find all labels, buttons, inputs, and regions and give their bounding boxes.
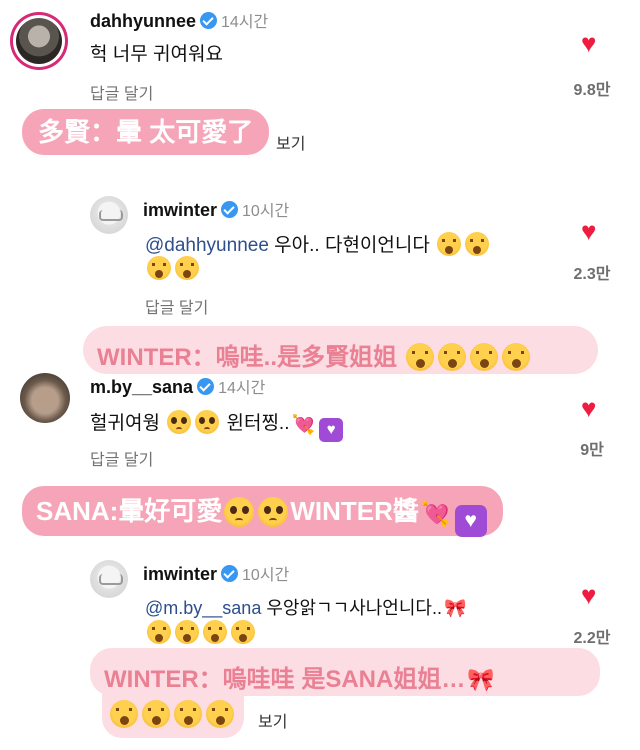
like-count: 2.2만 — [573, 630, 611, 647]
username[interactable]: imwinter — [143, 564, 217, 584]
heart-icon[interactable]: ♥ — [581, 582, 596, 608]
like-count: 9만 — [580, 442, 604, 459]
comment-body-2: 윈터찡.. — [226, 413, 290, 434]
username[interactable]: imwinter — [143, 200, 217, 220]
like-count: 9.8만 — [573, 82, 611, 99]
hushed-face-emoji — [110, 700, 138, 728]
comment-emoji-line — [145, 256, 201, 281]
verified-badge-icon — [221, 201, 239, 218]
heart-with-arrow-emoji: 💘 — [420, 501, 451, 528]
hushed-face-emoji — [469, 343, 498, 371]
comment-header: imwinter 10시간 — [143, 561, 289, 585]
translation-caption: WINTER：嗚哇..是多賢姐姐 — [83, 326, 598, 374]
ribbon-emoji: 🎀 — [467, 667, 495, 692]
translation-emoji-line — [108, 700, 236, 728]
comment-text: @m.by__sana 우앙앍ㄱㄱ사나언니다.. 🎀 — [145, 594, 466, 620]
mention-link[interactable]: @dahhyunnee — [145, 235, 269, 256]
hushed-face-emoji — [437, 343, 466, 371]
avatar-imwinter[interactable] — [90, 560, 128, 598]
hushed-face-emoji — [147, 620, 171, 644]
pleading-face-emoji — [167, 410, 192, 434]
reply-button[interactable]: 답글 달기 — [90, 446, 153, 470]
view-more-link[interactable]: 보기 — [276, 130, 305, 154]
comment-emoji-line — [145, 620, 257, 645]
hushed-face-emoji — [231, 620, 255, 644]
translation-text: WINTER：嗚哇哇 是SANA姐姐… — [104, 666, 466, 693]
comment-header: dahhyunnee 14시간 — [90, 8, 268, 32]
username[interactable]: m.by__sana — [90, 377, 193, 397]
hushed-face-emoji — [142, 700, 170, 728]
verified-badge-icon — [200, 12, 218, 29]
translation-line: WINTER：嗚哇..是多賢姐姐 — [97, 337, 532, 372]
verified-badge-icon — [221, 565, 239, 582]
view-more-link[interactable]: 보기 — [258, 708, 287, 732]
translation-caption: 多賢：暈 太可愛了 — [22, 109, 270, 155]
heart-icon[interactable]: ♥ — [581, 395, 596, 421]
translation-text-2: WINTER醬 — [290, 496, 419, 526]
heart-decoration-emoji: ♥ — [319, 418, 344, 442]
heart-icon[interactable]: ♥ — [581, 30, 596, 56]
timestamp: 14시간 — [218, 380, 266, 397]
avatar-dahhyunnee[interactable] — [10, 12, 68, 70]
ribbon-emoji: 🎀 — [443, 598, 467, 618]
hushed-face-emoji — [175, 620, 199, 644]
comment-text: 헉 너무 귀여워요 — [90, 44, 223, 65]
reply-button[interactable]: 답글 달기 — [90, 80, 153, 104]
translation-caption: SANA:暈好可愛 WINTER醬💘 ♥ — [22, 486, 503, 537]
username[interactable]: dahhyunnee — [90, 11, 196, 31]
translation-text: WINTER：嗚哇..是多賢姐姐 — [97, 344, 397, 371]
hushed-face-emoji — [147, 256, 171, 280]
translation-caption: WINTER：嗚哇哇 是SANA姐姐…🎀 — [90, 648, 600, 696]
avatar-imwinter[interactable] — [90, 196, 128, 234]
pleading-face-emoji — [258, 497, 289, 527]
comment-text: 헐귀여웡 윈터찡.. 💘 ♥ — [90, 408, 345, 442]
comment-body: 헐귀여웡 — [90, 413, 160, 434]
comment-body: 우앙앍ㄱㄱ사나언니다.. — [261, 598, 442, 618]
comment-header: imwinter 10시간 — [143, 197, 289, 221]
translation-caption-continued — [102, 692, 244, 738]
hushed-face-emoji — [405, 343, 434, 371]
hushed-face-emoji — [501, 343, 530, 371]
reply-button[interactable]: 답글 달기 — [145, 294, 208, 318]
heart-with-arrow-emoji: 💘 — [291, 415, 316, 436]
heart-icon[interactable]: ♥ — [581, 218, 596, 244]
comment-header: m.by__sana 14시간 — [90, 374, 265, 398]
timestamp: 10시간 — [242, 567, 290, 584]
timestamp: 10시간 — [242, 203, 290, 220]
comment-body: 우아.. 다현이언니다 — [268, 235, 430, 256]
translation-line: WINTER：嗚哇哇 是SANA姐姐…🎀 — [104, 659, 495, 694]
hushed-face-emoji — [174, 700, 202, 728]
heart-decoration-emoji: ♥ — [454, 505, 487, 537]
hushed-face-emoji — [465, 232, 490, 256]
pleading-face-emoji — [224, 497, 255, 527]
translation-text: SANA:暈好可愛 — [36, 496, 223, 526]
avatar-m-by-sana[interactable] — [20, 373, 70, 423]
comment-text: @dahhyunnee 우아.. 다현이언니다 — [145, 230, 491, 257]
hushed-face-emoji — [203, 620, 227, 644]
hushed-face-emoji — [175, 256, 199, 280]
timestamp: 14시간 — [221, 14, 269, 31]
hushed-face-emoji — [206, 700, 234, 728]
mention-link[interactable]: @m.by__sana — [145, 598, 261, 618]
hushed-face-emoji — [437, 232, 462, 256]
like-count: 2.3만 — [573, 266, 611, 283]
pleading-face-emoji — [195, 410, 220, 434]
verified-badge-icon — [197, 378, 215, 395]
translation-text: 多賢：暈 太可愛了 — [38, 117, 254, 147]
